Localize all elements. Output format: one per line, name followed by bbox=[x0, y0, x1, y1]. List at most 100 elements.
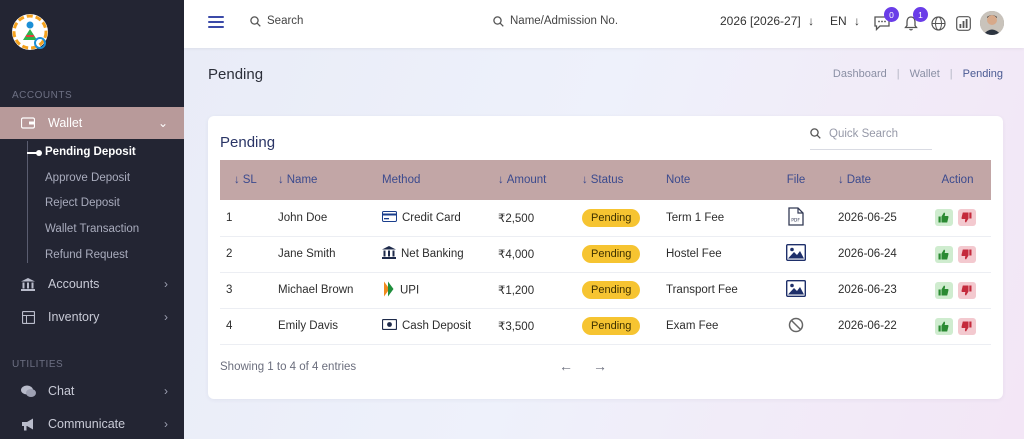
language-selector[interactable]: EN ↓ bbox=[830, 14, 860, 28]
cash-icon bbox=[381, 318, 398, 333]
column-header-date[interactable]: ↓ Date bbox=[824, 160, 924, 200]
chevron-right-icon: › bbox=[164, 384, 168, 398]
search-icon bbox=[493, 15, 504, 27]
approve-button[interactable] bbox=[934, 209, 953, 227]
approve-button[interactable] bbox=[934, 281, 953, 299]
reject-button[interactable] bbox=[957, 281, 976, 299]
column-header-method[interactable]: Method bbox=[376, 160, 492, 200]
thumbs-down-icon bbox=[961, 321, 972, 331]
sidebar-item-accounts[interactable]: Accounts › bbox=[0, 268, 184, 300]
sidebar-item-label: Communicate bbox=[48, 417, 126, 431]
cell-sl: 3 bbox=[226, 284, 233, 296]
sidebar-item-label: Chat bbox=[48, 384, 75, 398]
status-badge: Pending bbox=[582, 245, 641, 263]
next-page-button[interactable]: → bbox=[593, 358, 607, 374]
cell-method: Cash Deposit bbox=[376, 308, 492, 344]
sidebar-item-inventory[interactable]: Inventory › bbox=[0, 301, 184, 333]
sidebar-item-label: Wallet bbox=[48, 116, 83, 130]
submenu-line bbox=[27, 141, 28, 263]
messages-button[interactable]: 0 bbox=[872, 7, 899, 33]
column-header-sl[interactable]: ↓ SL bbox=[220, 160, 272, 200]
cell-file[interactable] bbox=[768, 236, 824, 272]
breadcrumb-wallet[interactable]: Wallet bbox=[910, 68, 940, 80]
name-admission-search[interactable]: Name/Admission No. bbox=[493, 15, 618, 27]
column-header-file[interactable]: File bbox=[768, 160, 824, 200]
inventory-icon bbox=[20, 309, 36, 325]
cell-date: 2026-06-25 bbox=[838, 211, 897, 224]
cell-sl: 1 bbox=[226, 211, 233, 224]
submenu-item-pending-deposit[interactable]: Pending Deposit bbox=[45, 146, 136, 158]
thumbs-up-icon bbox=[938, 249, 949, 259]
cell-action bbox=[924, 200, 991, 236]
wallet-icon bbox=[20, 115, 36, 131]
submenu-item-refund-request[interactable]: Refund Request bbox=[45, 249, 128, 261]
cell-status: Pending bbox=[576, 308, 660, 344]
submenu-item-approve-deposit[interactable]: Approve Deposit bbox=[45, 172, 130, 184]
sidebar: ACCOUNTS Wallet ⌄ Pending Deposit Approv… bbox=[0, 0, 184, 439]
cell-sl: 4 bbox=[226, 320, 233, 332]
megaphone-icon bbox=[20, 416, 36, 432]
cell-status: Pending bbox=[576, 236, 660, 272]
cell-status: Pending bbox=[576, 272, 660, 308]
top-search[interactable]: Search bbox=[250, 15, 303, 27]
thumbs-up-icon bbox=[938, 285, 949, 295]
sidebar-item-chat[interactable]: Chat › bbox=[0, 375, 184, 407]
cell-note: Hostel Fee bbox=[666, 248, 722, 260]
reject-button[interactable] bbox=[957, 317, 976, 335]
pdf-file-icon[interactable]: PDF bbox=[788, 207, 804, 226]
cell-name: John Doe bbox=[278, 211, 328, 224]
approve-button[interactable] bbox=[934, 245, 953, 263]
reject-button[interactable] bbox=[957, 209, 976, 227]
quick-search-placeholder: Quick Search bbox=[829, 127, 899, 140]
breadcrumb-dashboard[interactable]: Dashboard bbox=[833, 68, 887, 80]
chevron-right-icon: › bbox=[164, 277, 168, 291]
chart-icon bbox=[955, 15, 971, 31]
arrow-left-icon: ← bbox=[559, 358, 573, 374]
chevron-right-icon: › bbox=[164, 417, 168, 431]
sort-arrow-icon: ↓ bbox=[838, 174, 844, 186]
reports-button[interactable] bbox=[953, 13, 973, 33]
cell-action bbox=[924, 272, 991, 308]
table-row: 3 Michael Brown UPI ₹1,200 Pending Trans… bbox=[220, 272, 991, 308]
reject-button[interactable] bbox=[957, 245, 976, 263]
breadcrumb-current: Pending bbox=[962, 68, 1003, 80]
quick-search-input[interactable]: Quick Search bbox=[810, 118, 932, 150]
status-badge: Pending bbox=[582, 281, 641, 299]
submenu-active-indicator bbox=[27, 150, 42, 156]
cell-amount: ₹4,000 bbox=[498, 249, 535, 261]
submenu-item-reject-deposit[interactable]: Reject Deposit bbox=[45, 197, 120, 209]
table-row: 2 Jane Smith Net Banking ₹4,000 Pending … bbox=[220, 236, 991, 272]
school-logo[interactable] bbox=[10, 12, 50, 52]
search-label: Search bbox=[267, 15, 304, 27]
sidebar-item-wallet[interactable]: Wallet ⌄ bbox=[0, 107, 184, 139]
menu-toggle-icon[interactable] bbox=[208, 16, 224, 30]
chevron-right-icon: › bbox=[164, 310, 168, 324]
sidebar-item-communicate[interactable]: Communicate › bbox=[0, 408, 184, 439]
cell-file[interactable]: PDF bbox=[768, 200, 824, 236]
prev-page-button[interactable]: ← bbox=[559, 358, 573, 374]
website-button[interactable] bbox=[928, 13, 948, 33]
cell-sl: 2 bbox=[226, 248, 233, 260]
approve-button[interactable] bbox=[934, 317, 953, 335]
user-avatar[interactable] bbox=[980, 11, 1004, 35]
image-file-icon[interactable] bbox=[785, 243, 807, 262]
column-header-note[interactable]: Note bbox=[660, 160, 768, 200]
cell-note: Transport Fee bbox=[666, 284, 738, 296]
notifications-button[interactable]: 1 bbox=[901, 7, 928, 33]
section-label-utilities: UTILITIES bbox=[12, 359, 64, 370]
chevron-down-icon: ⌄ bbox=[157, 116, 168, 130]
arrow-right-icon: → bbox=[593, 358, 607, 374]
submenu-item-wallet-transaction[interactable]: Wallet Transaction bbox=[45, 223, 139, 235]
thumbs-down-icon bbox=[961, 212, 972, 223]
bank-icon bbox=[20, 276, 36, 292]
image-file-icon[interactable] bbox=[785, 279, 807, 298]
column-header-status[interactable]: ↓ Status bbox=[576, 160, 660, 200]
cell-method: Credit Card bbox=[376, 200, 492, 236]
language-value: EN bbox=[830, 14, 847, 28]
table-row: 4 Emily Davis Cash Deposit ₹3,500 Pendin… bbox=[220, 308, 991, 344]
column-header-name[interactable]: ↓ Name bbox=[272, 160, 376, 200]
cell-file[interactable] bbox=[768, 272, 824, 308]
cell-name: Emily Davis bbox=[278, 320, 339, 332]
session-selector[interactable]: 2026 [2026-27] ↓ bbox=[720, 14, 814, 28]
column-header-amount[interactable]: ↓ Amount bbox=[492, 160, 576, 200]
